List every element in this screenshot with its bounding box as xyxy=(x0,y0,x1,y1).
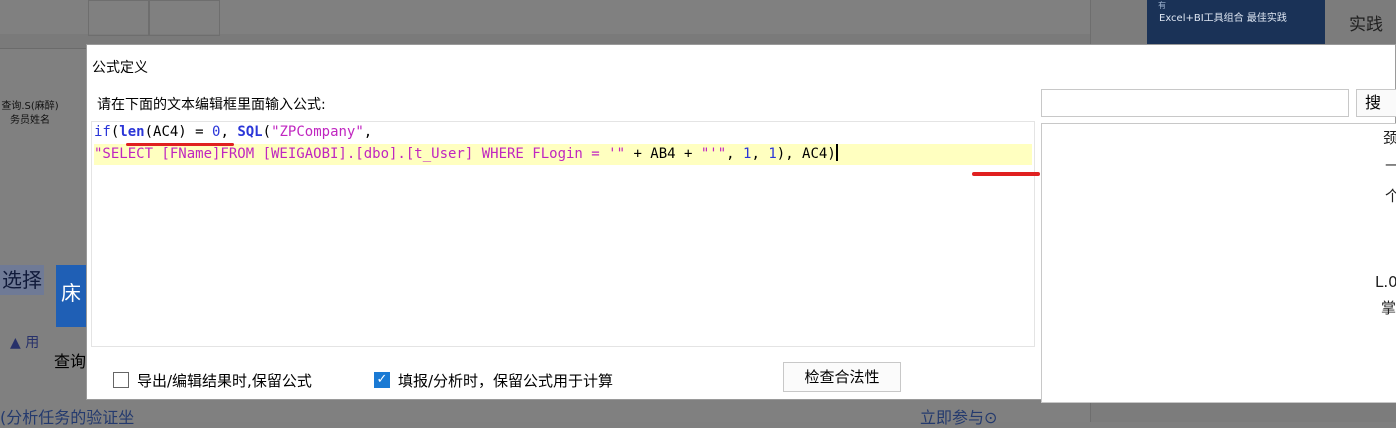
keep-formula-on-fill-label: 填报/分析时，保留公式用于计算 xyxy=(398,372,614,390)
token-sql: SQL xyxy=(237,124,263,140)
search-button[interactable]: 搜 xyxy=(1356,89,1396,117)
token-len-arg: (AC4) = xyxy=(144,124,213,140)
red-underline-annotation xyxy=(972,172,1040,176)
function-list[interactable] xyxy=(1041,123,1396,403)
clipped-list-text: 掌 xyxy=(1381,299,1396,317)
background-query-text: 查询 xyxy=(54,352,87,371)
check-validity-button[interactable]: 检查合法性 xyxy=(783,362,901,392)
token-comma: , xyxy=(726,146,744,162)
background-bottom-left-text: (分析任务的验证坐 xyxy=(0,408,135,427)
clipped-list-text: 颈 xyxy=(1383,129,1396,147)
keep-formula-on-export-label: 导出/编辑结果时,保留公式 xyxy=(137,372,312,390)
token-len: len xyxy=(119,124,145,140)
formula-dialog: 公式定义 请在下面的文本编辑框里面输入公式: if(len(AC4) = 0, … xyxy=(86,44,1396,403)
token-paren: ( xyxy=(262,124,272,140)
formula-line-2: "SELECT [FName]FROM [WEIGAOBI].[dbo].[t_… xyxy=(94,144,1032,165)
formula-prompt: 请在下面的文本编辑框里面输入公式: xyxy=(97,97,326,113)
function-search-input[interactable] xyxy=(1041,89,1349,117)
background-user-label: ▲ 用 xyxy=(10,335,40,351)
red-underline-annotation xyxy=(126,143,234,146)
background-bed-tab: 床 xyxy=(56,265,86,327)
clipped-list-text: — xyxy=(1385,155,1396,173)
token-comma: , xyxy=(220,124,238,140)
clipped-list-text: L.0 xyxy=(1375,273,1396,291)
clipped-list-text: 个 xyxy=(1385,187,1396,205)
token-concat: + AB4 + xyxy=(625,146,701,162)
background-cell xyxy=(148,0,220,36)
checkmark-icon: ✓ xyxy=(376,372,388,387)
background-ad-tag: 有 xyxy=(1158,1,1166,10)
keep-formula-on-export-checkbox[interactable] xyxy=(113,372,129,388)
token-comma: , xyxy=(363,124,373,140)
background-select-text: 选择 xyxy=(0,265,44,295)
formula-editor[interactable]: if(len(AC4) = 0, SQL("ZPCompany", "SELEC… xyxy=(91,121,1040,347)
keep-formula-on-fill-checkbox[interactable]: ✓ xyxy=(374,372,390,388)
token-query-string: "SELECT [FName]FROM [WEIGAOBI].[dbo].[t_… xyxy=(94,146,626,162)
background-bottom-right-link: 立即参与⊙ xyxy=(920,408,998,427)
formula-line-1: if(len(AC4) = 0, SQL("ZPCompany", xyxy=(94,122,1032,143)
background-user-text: 用 xyxy=(25,335,40,351)
text-caret xyxy=(835,144,838,161)
background-cell xyxy=(88,0,150,36)
token-tail: ), AC4) xyxy=(776,146,836,162)
background-left-label: 查询.S(麻醉)务员姓名 xyxy=(1,101,59,126)
token-number: 1 xyxy=(768,146,777,162)
background-sidebar-title: 实践 xyxy=(1349,15,1383,35)
token-connection-string: "ZPCompany" xyxy=(271,124,364,140)
background-ad-banner: Excel+BI工具组合 最佳实践 xyxy=(1147,0,1325,44)
token-quote-string: "'" xyxy=(700,146,727,162)
token-if: if xyxy=(94,124,111,140)
dialog-title: 公式定义 xyxy=(92,60,148,76)
token-comma: , xyxy=(751,146,769,162)
